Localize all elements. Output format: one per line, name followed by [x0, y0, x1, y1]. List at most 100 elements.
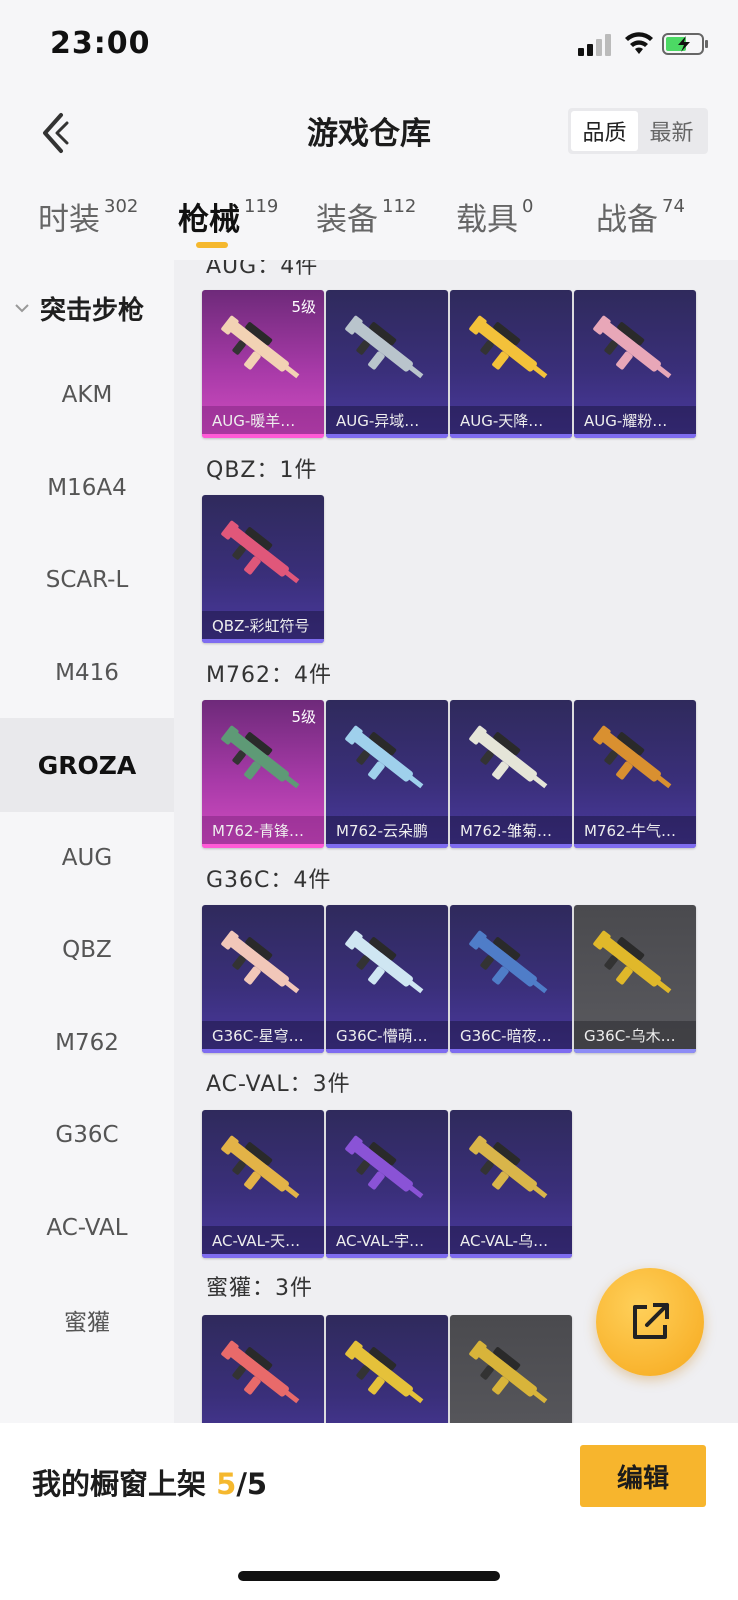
- group-title: AC-VAL：3件: [206, 1072, 351, 1097]
- tab-count: 119: [244, 196, 279, 217]
- tab-count: 0: [522, 196, 534, 217]
- weapon-skin-card[interactable]: AUG-耀粉…: [574, 290, 696, 438]
- weapon-icon: [221, 930, 300, 994]
- weapon-skin-card[interactable]: AUG-异域…: [326, 290, 448, 438]
- weapon-skin-name: M762-雏菊…: [450, 816, 572, 844]
- sidebar-item-scar-l[interactable]: SCAR-L: [0, 533, 174, 627]
- weapon-skin-card[interactable]: M762-青锋… 5级: [202, 700, 324, 848]
- weapon-skin-name: AUG-异域…: [326, 406, 448, 434]
- group-title: M762：4件: [206, 663, 332, 688]
- sort-toggle: 品质 最新: [568, 108, 708, 154]
- group-title: 蜜獾：3件: [206, 1276, 313, 1301]
- bottom-bar: 我的橱窗上架 5/5 编辑: [0, 1423, 738, 1600]
- sidebar-item-qbz[interactable]: QBZ: [0, 903, 174, 997]
- sidebar-item-groza[interactable]: GROZA: [0, 718, 174, 812]
- tab-vehicles[interactable]: 载具 0: [456, 194, 533, 239]
- rarity-stripe: [202, 434, 324, 438]
- weapon-skin-name: G36C-乌木…: [574, 1021, 696, 1049]
- back-arrow-icon: [43, 113, 69, 153]
- tab-count: 112: [382, 196, 417, 217]
- weapon-skin-card[interactable]: QBZ-彩虹符号: [202, 495, 324, 643]
- weapon-icon: [345, 1340, 424, 1404]
- sidebar-item-honey-badger[interactable]: 蜜獾: [0, 1273, 174, 1367]
- rarity-stripe: [450, 1254, 572, 1258]
- tab-count: 74: [662, 196, 685, 217]
- weapon-icon: [221, 315, 300, 379]
- weapon-skin-card[interactable]: [202, 1315, 324, 1423]
- weapon-icon: [593, 725, 672, 789]
- edit-button[interactable]: 编辑: [580, 1445, 706, 1507]
- sidebar-item-m416[interactable]: M416: [0, 626, 174, 720]
- share-external-icon: [633, 1303, 669, 1339]
- tab-combat-gear[interactable]: 战备 74: [596, 194, 685, 239]
- weapon-icon: [345, 725, 424, 789]
- rarity-stripe: [202, 639, 324, 643]
- rarity-stripe: [202, 1254, 324, 1258]
- weapon-skin-card[interactable]: G36C-暗夜…: [450, 905, 572, 1053]
- tab-fashion[interactable]: 时装 302: [38, 194, 138, 239]
- weapon-icon: [221, 1340, 300, 1404]
- sort-option-newest[interactable]: 最新: [638, 111, 705, 151]
- rarity-stripe: [574, 434, 696, 438]
- tab-equipment[interactable]: 装备 112: [316, 194, 416, 239]
- weapon-skin-card[interactable]: AC-VAL-天…: [202, 1110, 324, 1258]
- weapon-skin-name: QBZ-彩虹符号: [202, 611, 324, 639]
- battery-charging-icon: [662, 33, 708, 55]
- rarity-stripe: [202, 1049, 324, 1053]
- weapon-skin-card[interactable]: AC-VAL-宇…: [326, 1110, 448, 1258]
- weapon-skin-name: AUG-耀粉…: [574, 406, 696, 434]
- tab-firearms[interactable]: 枪械 119: [178, 194, 278, 239]
- weapon-skin-name: AC-VAL-宇…: [326, 1226, 448, 1254]
- sidebar-group-assault-rifles[interactable]: 突击步枪: [0, 280, 174, 336]
- category-tabs: 时装 302 枪械 119 装备 112 载具 0 战备 74: [0, 180, 738, 260]
- weapon-icon: [469, 725, 548, 789]
- sidebar-item-ac-val[interactable]: AC-VAL: [0, 1181, 174, 1275]
- back-button[interactable]: [28, 108, 78, 158]
- weapon-icon: [469, 1135, 548, 1199]
- rarity-stripe: [326, 1049, 448, 1053]
- wifi-icon: [625, 32, 653, 54]
- active-tab-indicator: [196, 242, 228, 248]
- weapon-skin-name: AC-VAL-天…: [202, 1226, 324, 1254]
- sidebar-item-m762[interactable]: M762: [0, 996, 174, 1090]
- weapon-skin-name: AUG-天降…: [450, 406, 572, 434]
- rarity-stripe: [326, 844, 448, 848]
- sidebar-item-m16a4[interactable]: M16A4: [0, 441, 174, 535]
- sidebar-item-aug[interactable]: AUG: [0, 811, 174, 905]
- weapon-icon: [345, 1135, 424, 1199]
- weapon-skin-card[interactable]: G36C-懵萌…: [326, 905, 448, 1053]
- weapon-skin-card[interactable]: [326, 1315, 448, 1423]
- weapon-skin-card[interactable]: AUG-暖羊… 5级: [202, 290, 324, 438]
- share-button[interactable]: [596, 1268, 704, 1376]
- weapon-skin-name: G36C-懵萌…: [326, 1021, 448, 1049]
- header: 游戏仓库 品质 最新: [0, 90, 738, 180]
- showcase-status: 我的橱窗上架 5/5: [32, 1461, 267, 1503]
- rarity-stripe: [574, 844, 696, 848]
- rarity-stripe: [574, 1049, 696, 1053]
- weapon-skin-name: G36C-星穹…: [202, 1021, 324, 1049]
- rarity-stripe: [450, 844, 572, 848]
- weapon-skin-card[interactable]: M762-雏菊…: [450, 700, 572, 848]
- weapon-skin-card[interactable]: AUG-天降…: [450, 290, 572, 438]
- weapon-skin-card[interactable]: AC-VAL-乌…: [450, 1110, 572, 1258]
- rarity-stripe: [450, 434, 572, 438]
- weapon-skin-card[interactable]: G36C-星穹…: [202, 905, 324, 1053]
- sort-option-quality[interactable]: 品质: [571, 111, 638, 151]
- weapon-skin-name: M762-云朵鹏: [326, 816, 448, 844]
- rarity-stripe: [326, 434, 448, 438]
- weapon-skin-card[interactable]: M762-牛气…: [574, 700, 696, 848]
- weapon-skin-card[interactable]: [450, 1315, 572, 1423]
- level-badge: 5级: [291, 708, 316, 726]
- sidebar-item-akm[interactable]: AKM: [0, 348, 174, 442]
- chevron-down-icon: [15, 304, 29, 313]
- rarity-stripe: [450, 1049, 572, 1053]
- weapon-skin-card[interactable]: G36C-乌木…: [574, 905, 696, 1053]
- weapon-icon: [221, 725, 300, 789]
- tab-label: 战备: [596, 202, 658, 238]
- weapon-icon: [593, 930, 672, 994]
- showcase-total: /5: [236, 1467, 268, 1501]
- weapon-skin-card[interactable]: M762-云朵鹏: [326, 700, 448, 848]
- status-bar: 23:00: [0, 0, 738, 90]
- tab-label: 载具: [456, 202, 518, 238]
- sidebar-item-g36c[interactable]: G36C: [0, 1088, 174, 1182]
